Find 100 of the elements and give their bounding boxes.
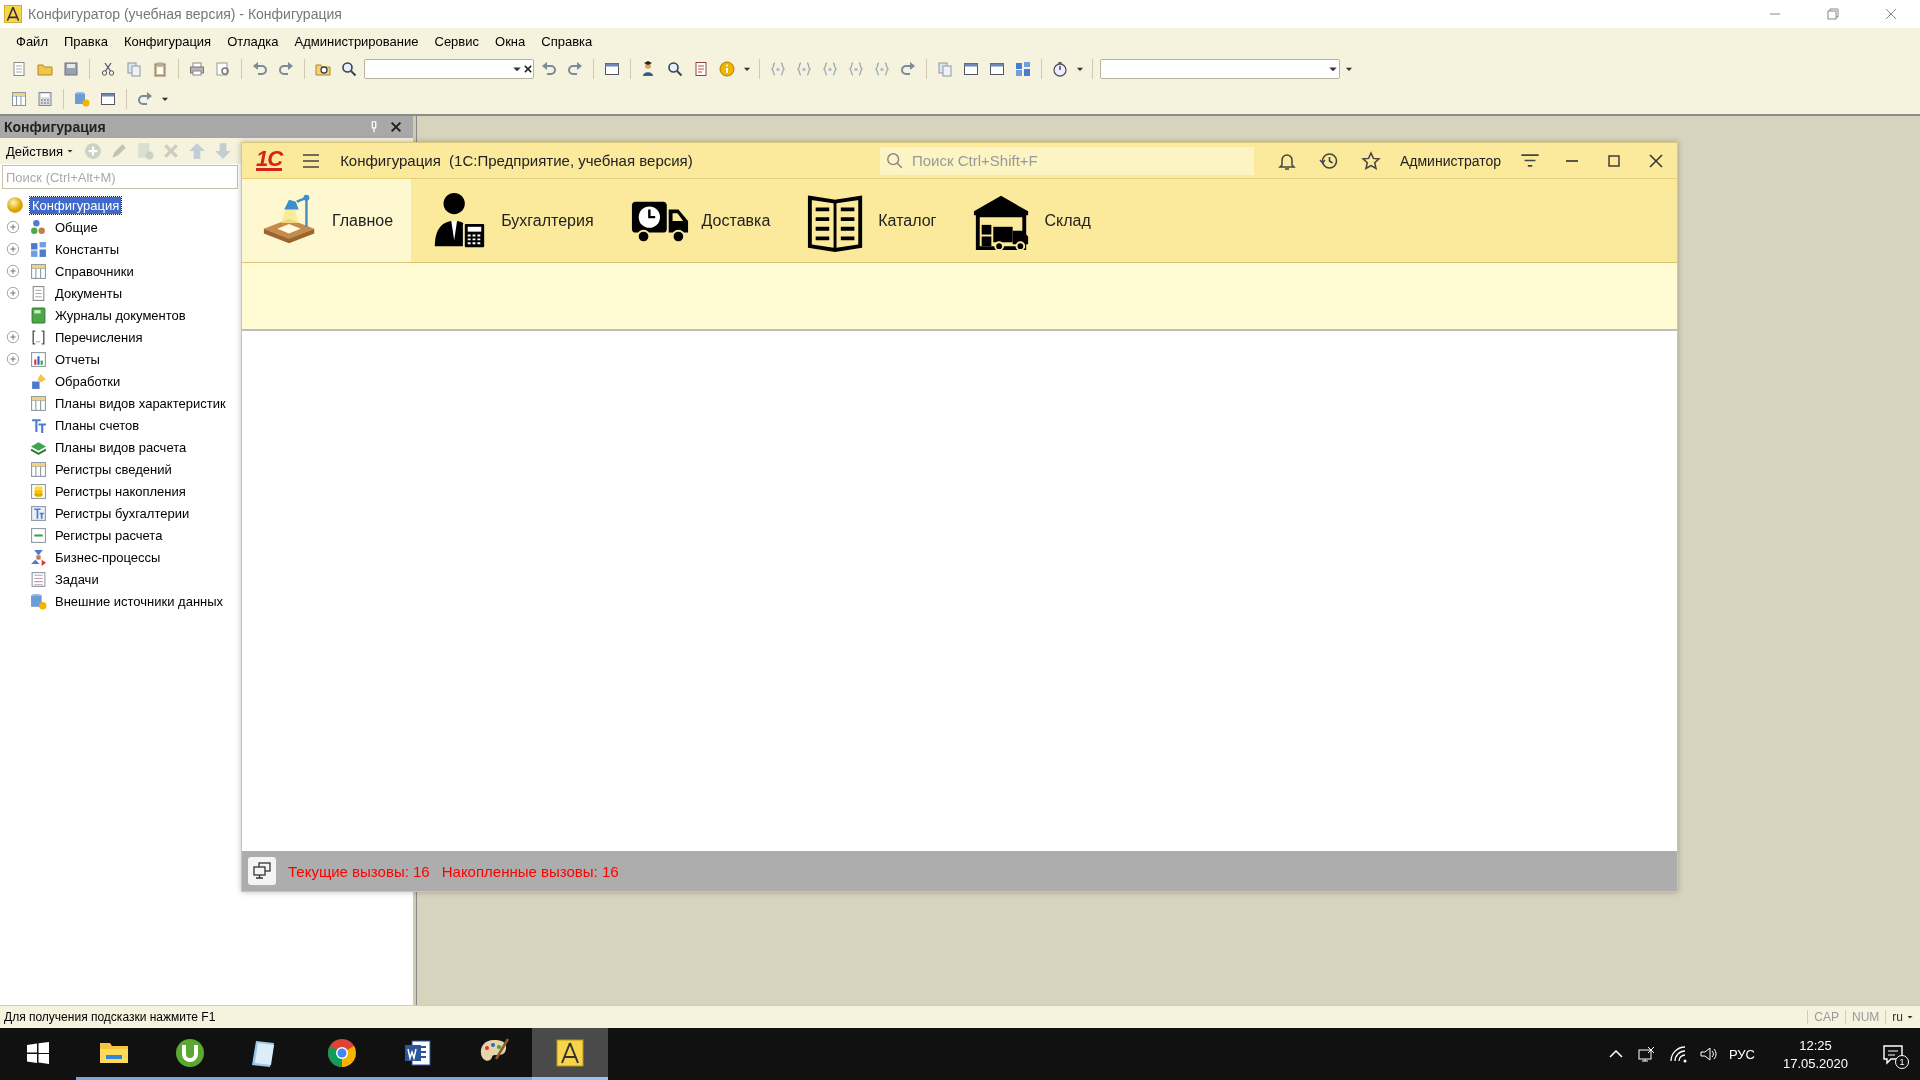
info-icon[interactable] [719, 61, 735, 77]
tree-item[interactable]: Журналы документов [53, 306, 188, 324]
tree-item[interactable]: Отчеты [53, 350, 102, 368]
section-tab[interactable]: Склад [954, 179, 1109, 262]
braces-icon[interactable] [848, 61, 864, 77]
taskbar-app[interactable] [532, 1028, 608, 1080]
history-icon[interactable] [1319, 150, 1339, 171]
undo-icon[interactable] [252, 61, 268, 77]
grid-icon [30, 460, 47, 478]
tree-item[interactable]: Обработки [53, 372, 123, 390]
expand-icon[interactable] [6, 352, 20, 366]
scissors-icon[interactable] [100, 61, 116, 77]
printer-icon[interactable] [189, 61, 205, 77]
expand-icon[interactable] [6, 286, 20, 300]
app-logo-icon [4, 5, 22, 23]
close-icon[interactable] [389, 120, 403, 134]
find-next-icon[interactable] [567, 61, 583, 77]
search-field[interactable]: Поиск Ctrl+Shift+F [910, 151, 1254, 170]
redo-icon[interactable] [278, 61, 294, 77]
tree-item[interactable]: Перечисления [53, 328, 145, 346]
database-icon[interactable] [74, 91, 90, 107]
clock-date[interactable]: 17.05.2020 [1782, 1055, 1848, 1071]
notifications-button[interactable]: 1 [1876, 1037, 1910, 1071]
braces-icon[interactable] [770, 61, 786, 77]
menu-item[interactable]: Окна [489, 33, 532, 49]
restore-icon[interactable] [1825, 6, 1841, 22]
section-tab[interactable]: Бухгалтерия [411, 179, 612, 262]
tree-item[interactable]: Планы видов характеристик [53, 394, 228, 412]
windows-icon[interactable] [604, 61, 620, 77]
tree-item[interactable]: Конфигурация [30, 196, 122, 214]
close-icon[interactable] [1649, 153, 1663, 168]
section-tab[interactable]: Доставка [611, 179, 789, 262]
clear-icon[interactable] [523, 64, 533, 74]
list-icon [30, 570, 47, 588]
brackets-icon [30, 328, 47, 346]
step-icon[interactable] [900, 61, 916, 77]
braces-icon[interactable] [874, 61, 890, 77]
open-folder-icon[interactable] [37, 61, 53, 77]
tree-item[interactable]: Регистры бухгалтерии [53, 504, 192, 522]
menu-item[interactable]: Администрирование [288, 33, 425, 49]
new-document-icon[interactable] [11, 61, 27, 77]
clock-time[interactable]: 12:25 [1799, 1037, 1832, 1053]
run-icon[interactable] [137, 91, 153, 107]
menu-item[interactable]: Файл [10, 33, 54, 49]
section-tab[interactable]: Главное [242, 179, 412, 262]
monitor-button[interactable] [248, 857, 276, 885]
panel-icon[interactable] [100, 91, 116, 107]
settings-icon[interactable] [1521, 154, 1539, 167]
user-name[interactable]: Администратор [1400, 152, 1501, 169]
language-indicator[interactable]: РУС [1728, 1046, 1755, 1062]
save-icon[interactable] [63, 61, 79, 77]
menu-item[interactable]: Справка [535, 33, 599, 49]
tree-item[interactable]: Бизнес-процессы [53, 548, 163, 566]
language-indicator[interactable]: ru [1885, 1010, 1920, 1024]
tree-item[interactable]: Задачи [53, 570, 101, 588]
star-icon[interactable] [1361, 150, 1381, 171]
tree-item[interactable]: Планы счетов [53, 416, 142, 434]
ledger-icon [30, 504, 47, 522]
braces-icon[interactable] [822, 61, 838, 77]
query-icon[interactable] [667, 61, 683, 77]
minimize-icon[interactable] [1566, 159, 1578, 162]
window-icon[interactable] [1015, 61, 1031, 77]
expand-icon[interactable] [6, 220, 20, 234]
menu-item[interactable]: Конфигурация [117, 33, 218, 49]
compare-icon[interactable] [37, 91, 53, 107]
stopwatch-icon[interactable] [1052, 61, 1068, 77]
template-icon[interactable] [693, 61, 709, 77]
search-field[interactable]: Поиск (Ctrl+Alt+M) [2, 165, 238, 189]
braces-icon[interactable] [796, 61, 812, 77]
clipboard-icon[interactable] [152, 61, 168, 77]
tree-item[interactable]: Регистры накопления [53, 482, 188, 500]
find-in-folder-icon[interactable] [315, 61, 331, 77]
actions-menu-button[interactable]: Действия [4, 143, 76, 159]
windows-logo-icon [26, 1040, 50, 1065]
expand-icon[interactable] [6, 264, 20, 278]
tree-item[interactable]: Документы [53, 284, 124, 302]
tree-item[interactable]: Регистры сведений [53, 460, 174, 478]
tree-item[interactable]: Регистры расчета [53, 526, 165, 544]
find-previous-icon[interactable] [541, 61, 557, 77]
list-icon[interactable] [11, 91, 27, 107]
maximize-icon[interactable] [1608, 154, 1620, 167]
tree-item[interactable]: Общие [53, 218, 100, 236]
menu-item[interactable]: Отладка [221, 33, 285, 49]
tree-item[interactable]: Справочники [53, 262, 136, 280]
caret-icon[interactable] [1906, 1013, 1914, 1021]
expand-icon[interactable] [6, 242, 20, 256]
expand-icon[interactable] [6, 330, 20, 344]
tree-item[interactable]: Внешние источники данных [53, 592, 226, 610]
tree-item[interactable]: Планы видов расчета [53, 438, 189, 456]
section-tab[interactable]: Каталог [788, 179, 955, 262]
print-preview-icon[interactable] [215, 61, 231, 77]
search-box[interactable]: Поиск Ctrl+Shift+F [880, 146, 1254, 175]
window-icon[interactable] [963, 61, 979, 77]
search-icon[interactable] [341, 61, 357, 77]
tree-item[interactable]: Константы [53, 240, 121, 258]
menu-item[interactable]: Правка [57, 33, 114, 49]
copy-icon[interactable] [126, 61, 142, 77]
book-icon [30, 306, 47, 324]
window-icon[interactable] [989, 61, 1005, 77]
menu-item[interactable]: Сервис [428, 33, 486, 49]
